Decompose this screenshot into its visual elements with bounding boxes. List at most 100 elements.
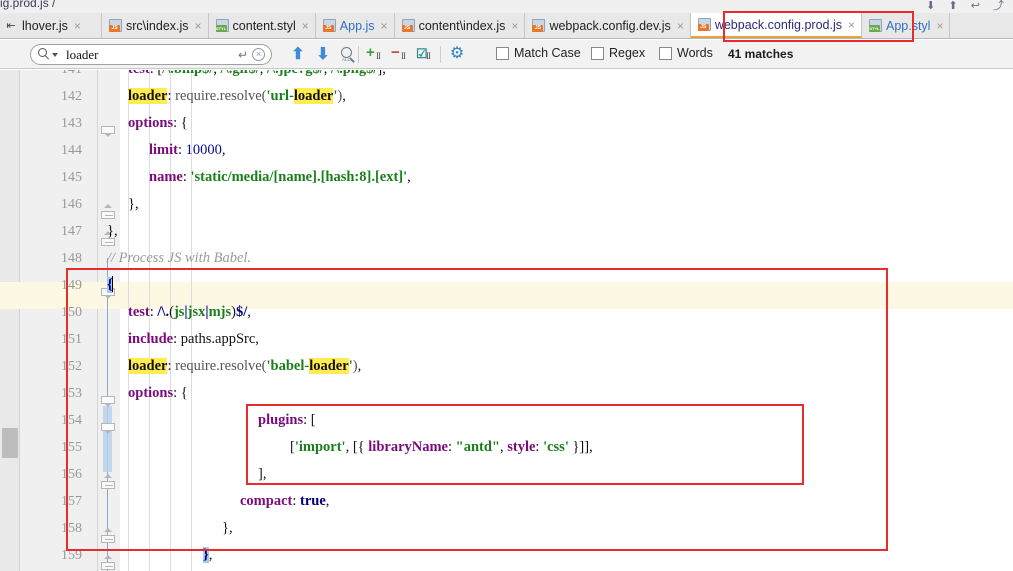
- code-line-141: test: [/\.bmp$/, /\.gif$/, /\.jpe?g$/, /…: [128, 70, 1013, 83]
- code-line-142: loader: require.resolve('url-loader'),: [128, 88, 346, 104]
- editor-row[interactable]: 142 loader: require.resolve('url-loader'…: [0, 83, 1013, 110]
- search-input-value: loader: [66, 46, 99, 62]
- breadcrumb: ig.prod.js /: [0, 0, 56, 10]
- code-line-156: ],: [258, 466, 267, 482]
- gear-icon[interactable]: ⚙: [448, 45, 466, 63]
- editor-row[interactable]: 144 limit: 10000,: [0, 137, 1013, 164]
- editor-row[interactable]: 143 options: {: [0, 110, 1013, 137]
- editor-row[interactable]: 158 },: [0, 515, 1013, 542]
- line-number: 148: [61, 251, 82, 266]
- code-line-157: compact: true,: [240, 493, 330, 509]
- tab-label: content.styl: [232, 18, 296, 33]
- occurrence-suffix: II: [426, 51, 431, 61]
- code-line-154: plugins: [: [258, 412, 316, 428]
- toolbar-icons[interactable]: ⬇ ⬆ ↩ ⤴: [926, 0, 1009, 13]
- editor-row[interactable]: 145 name: 'static/media/[name].[hash:8].…: [0, 164, 1013, 191]
- line-number: 156: [61, 467, 82, 482]
- line-number: 149: [61, 278, 82, 293]
- tab-label: src\index.js: [126, 18, 189, 33]
- clear-search-icon[interactable]: ×: [252, 48, 265, 61]
- remove-occurrence-button[interactable]: − II: [390, 45, 412, 64]
- tab-lhover-js[interactable]: lhover.js ×: [22, 13, 102, 38]
- checkbox-box[interactable]: [659, 46, 672, 60]
- line-number: 150: [61, 305, 82, 320]
- find-toolbar: loader ↵ × ⬆ ⬇ ALL + II − II ☑ II ⚙ Matc…: [0, 40, 1013, 69]
- find-previous-button[interactable]: ⬆: [288, 45, 308, 64]
- checkbox-box[interactable]: [591, 46, 604, 60]
- js-file-icon: [532, 19, 546, 32]
- minus-icon: −: [391, 44, 400, 61]
- editor-row[interactable]: 151 include: paths.appSrc,: [0, 326, 1013, 353]
- code-editor[interactable]: 141 test: [/\.bmp$/, /\.gif$/, /\.jpe?g$…: [0, 70, 1013, 571]
- plus-icon: +: [366, 44, 375, 61]
- js-file-icon: [401, 19, 415, 32]
- editor-row[interactable]: 141 test: [/\.bmp$/, /\.gif$/, /\.jpe?g$…: [0, 70, 1013, 83]
- tab-webpack-config-prod-js[interactable]: webpack.config.prod.js ×: [690, 13, 862, 38]
- line-number: 158: [61, 521, 82, 536]
- close-icon[interactable]: ×: [675, 20, 684, 32]
- regex-checkbox[interactable]: Regex: [591, 46, 645, 60]
- add-occurrence-button[interactable]: + II: [365, 45, 387, 64]
- find-next-button[interactable]: ⬇: [313, 45, 333, 64]
- line-number: 143: [61, 116, 82, 131]
- search-input[interactable]: loader ↵ ×: [30, 44, 272, 65]
- close-icon[interactable]: ×: [379, 20, 388, 32]
- occurrence-suffix: II: [376, 51, 381, 61]
- tab-label: App.styl: [886, 18, 931, 33]
- code-line-149: {: [107, 276, 114, 293]
- close-icon[interactable]: ×: [509, 20, 518, 32]
- pin-left-icon[interactable]: ⇤: [0, 13, 22, 38]
- editor-row[interactable]: 147 },: [0, 218, 1013, 245]
- tab-content-index-js[interactable]: content\index.js ×: [394, 13, 526, 38]
- editor-row[interactable]: 154 plugins: [: [0, 407, 1013, 434]
- code-line-151: include: paths.appSrc,: [128, 331, 259, 347]
- line-number: 145: [61, 170, 82, 185]
- line-number: 159: [61, 548, 82, 563]
- line-number: 142: [61, 89, 82, 104]
- code-line-147: },: [107, 223, 118, 239]
- line-number: 141: [20, 70, 82, 83]
- checkbox-label: Match Case: [514, 46, 581, 60]
- styl-file-icon: [869, 19, 882, 32]
- close-icon[interactable]: ×: [193, 20, 202, 32]
- editor-row[interactable]: 157 compact: true,: [0, 488, 1013, 515]
- occurrence-suffix: II: [401, 51, 406, 61]
- line-number: 151: [61, 332, 82, 347]
- editor-row[interactable]: 149 {: [0, 272, 1013, 299]
- tab-src-index-js[interactable]: src\index.js ×: [102, 13, 209, 38]
- code-line-143: options: {: [128, 115, 188, 131]
- editor-row[interactable]: 156 ],: [0, 461, 1013, 488]
- editor-row[interactable]: 155 ['import', [{ libraryName: "antd", s…: [0, 434, 1013, 461]
- editor-row[interactable]: 150 test: /\.(js|jsx|mjs)$/,: [0, 299, 1013, 326]
- magnifier-all-icon[interactable]: ALL: [338, 45, 358, 64]
- js-file-icon: [697, 18, 711, 31]
- js-file-icon: [109, 19, 122, 32]
- chevron-down-icon[interactable]: [52, 52, 58, 57]
- tab-app-styl[interactable]: App.styl ×: [862, 13, 951, 38]
- tab-content-styl[interactable]: content.styl ×: [208, 13, 316, 38]
- tab-webpack-config-dev-js[interactable]: webpack.config.dev.js ×: [525, 13, 691, 38]
- js-file-icon: [322, 19, 336, 32]
- code-line-159: },: [203, 547, 213, 563]
- code-line-148: // Process JS with Babel.: [107, 250, 252, 266]
- select-all-occurrences-button[interactable]: ☑ II: [415, 45, 437, 64]
- close-icon[interactable]: ×: [846, 19, 855, 31]
- code-line-144: limit: 10000,: [149, 142, 226, 158]
- line-number: 147: [61, 224, 82, 239]
- tab-app-js[interactable]: App.js ×: [315, 13, 395, 38]
- line-number: 146: [61, 197, 82, 212]
- code-line-153: options: {: [128, 385, 188, 401]
- tab-label: webpack.config.dev.js: [549, 18, 671, 33]
- search-icon: [38, 48, 51, 61]
- close-icon[interactable]: ×: [72, 20, 81, 32]
- close-icon[interactable]: ×: [300, 20, 309, 32]
- checkbox-box[interactable]: [496, 46, 509, 60]
- editor-row[interactable]: 148 // Process JS with Babel.: [0, 245, 1013, 272]
- editor-row[interactable]: 159 },: [0, 542, 1013, 569]
- close-icon[interactable]: ×: [934, 20, 943, 32]
- editor-row[interactable]: 146 },: [0, 191, 1013, 218]
- match-case-checkbox[interactable]: Match Case: [496, 46, 581, 60]
- editor-row[interactable]: 153 options: {: [0, 380, 1013, 407]
- editor-row[interactable]: 152 loader: require.resolve('babel-loade…: [0, 353, 1013, 380]
- words-checkbox[interactable]: Words: [659, 46, 713, 60]
